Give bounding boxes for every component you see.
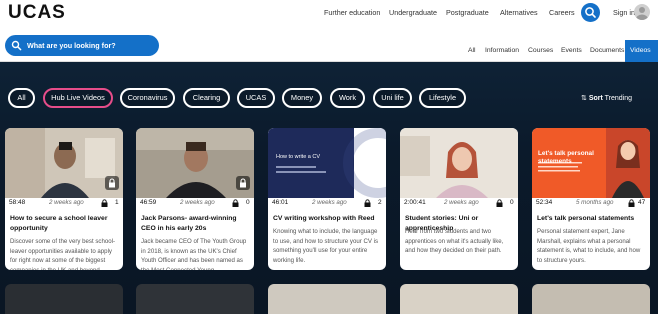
search-button[interactable]: [581, 3, 600, 22]
user-icon: [636, 7, 648, 20]
thumbnail-image: [268, 128, 386, 198]
search-placeholder: What are you looking for?: [27, 41, 116, 50]
avatar[interactable]: [634, 4, 650, 20]
video-title[interactable]: How to secure a school leaver opportunit…: [10, 214, 118, 234]
video-card[interactable]: 46:59 2 weeks ago 0 Jack Parsons- award-…: [136, 128, 254, 270]
video-thumbnail[interactable]: Let's talk personal statements: [532, 128, 650, 198]
video-duration: 52:34: [536, 199, 553, 206]
tab-videos-label: Videos: [630, 47, 651, 54]
nav-undergraduate[interactable]: Undergraduate: [389, 8, 437, 17]
lock-icon: [628, 199, 635, 207]
video-card[interactable]: How to write a CV 46:01 2 weeks ago 2 CV…: [268, 128, 386, 270]
tab-events[interactable]: Events: [561, 47, 582, 54]
top-bar: UCAS Further education Undergraduate Pos…: [0, 0, 658, 30]
lock-icon: [496, 199, 503, 207]
sort-label: Sort: [588, 95, 603, 102]
lock-icon: [236, 176, 250, 190]
nav-further-education[interactable]: Further education: [324, 8, 380, 17]
video-description: Discover some of the very best school-le…: [10, 238, 115, 270]
sort-icon: ⇅: [581, 95, 587, 102]
video-title[interactable]: Jack Parsons- award-winning CEO in his e…: [141, 214, 249, 234]
filter-ucas[interactable]: UCAS: [237, 88, 275, 108]
video-age: 2 weeks ago: [49, 199, 84, 206]
video-description: Knowing what to include, the language to…: [273, 228, 378, 265]
lock-icon: [105, 176, 119, 190]
video-count: 0: [510, 199, 514, 206]
video-title[interactable]: CV writing workshop with Reed: [273, 214, 381, 224]
slide-title: Let's talk personal statements: [538, 150, 594, 165]
ucas-logo[interactable]: UCAS: [8, 2, 66, 24]
video-card[interactable]: 2:00:41 2 weeks ago 0 Student stories: U…: [400, 128, 518, 270]
video-age: 2 weeks ago: [444, 199, 479, 206]
tab-information[interactable]: Information: [485, 47, 519, 54]
tab-documents[interactable]: Documents: [590, 47, 624, 54]
video-duration: 46:01: [272, 199, 289, 206]
video-duration: 58:48: [9, 199, 26, 206]
filter-clearing[interactable]: Clearing: [183, 88, 230, 108]
video-card[interactable]: 58:48 2 weeks ago 1 How to secure a scho…: [5, 128, 123, 270]
video-description: Hear from two students and two apprentic…: [405, 228, 504, 255]
nav-alternatives[interactable]: Alternatives: [500, 8, 538, 17]
search-icon: [11, 40, 22, 51]
video-description: Jack became CEO of The Youth Group in 20…: [141, 238, 247, 270]
video-thumbnail[interactable]: How to write a CV: [268, 128, 386, 198]
lock-icon: [101, 199, 108, 207]
sign-in-link[interactable]: Sign in: [613, 8, 635, 17]
video-age: 2 weeks ago: [312, 199, 347, 206]
video-age: 2 weeks ago: [180, 199, 215, 206]
video-card[interactable]: Let's talk personal statements 52:34 5 m…: [532, 128, 650, 270]
filter-lifestyle[interactable]: Lifestyle: [419, 88, 466, 108]
filter-hub-live-videos[interactable]: Hub Live Videos: [43, 88, 113, 108]
video-duration: 2:00:41: [404, 199, 426, 206]
video-count: 0: [246, 199, 250, 206]
lock-icon: [232, 199, 239, 207]
filter-money[interactable]: Money: [282, 88, 322, 108]
filter-work[interactable]: Work: [330, 88, 365, 108]
video-thumbnail[interactable]: [400, 128, 518, 198]
lock-icon: [364, 199, 371, 207]
video-count: 2: [378, 199, 382, 206]
video-description: Personal statement expert, Jane Marshall…: [537, 228, 641, 265]
video-age: 5 months ago: [576, 199, 614, 206]
video-thumbnail[interactable]: [5, 128, 123, 198]
video-title[interactable]: Let's talk personal statements: [537, 214, 645, 224]
filter-uni-life[interactable]: Uni life: [373, 88, 412, 108]
filter-coronavirus[interactable]: Coronavirus: [120, 88, 175, 108]
nav-careers[interactable]: Careers: [549, 8, 575, 17]
video-count: 1: [115, 199, 119, 206]
sort-value: Trending: [604, 95, 633, 102]
tab-videos[interactable]: Videos: [625, 40, 658, 62]
slide-title: How to write a CV: [276, 154, 321, 160]
video-duration: 46:59: [140, 199, 157, 206]
search-icon: [585, 7, 596, 18]
search-input[interactable]: What are you looking for?: [5, 35, 159, 56]
nav-postgraduate[interactable]: Postgraduate: [446, 8, 489, 17]
tab-all[interactable]: All: [468, 47, 476, 54]
tab-courses[interactable]: Courses: [528, 47, 553, 54]
video-thumbnail[interactable]: [136, 128, 254, 198]
filter-all[interactable]: All: [8, 88, 35, 108]
sort-control[interactable]: ⇅ Sort Trending: [581, 94, 632, 102]
video-count: 47: [638, 199, 646, 206]
thumbnail-image: [400, 128, 518, 198]
